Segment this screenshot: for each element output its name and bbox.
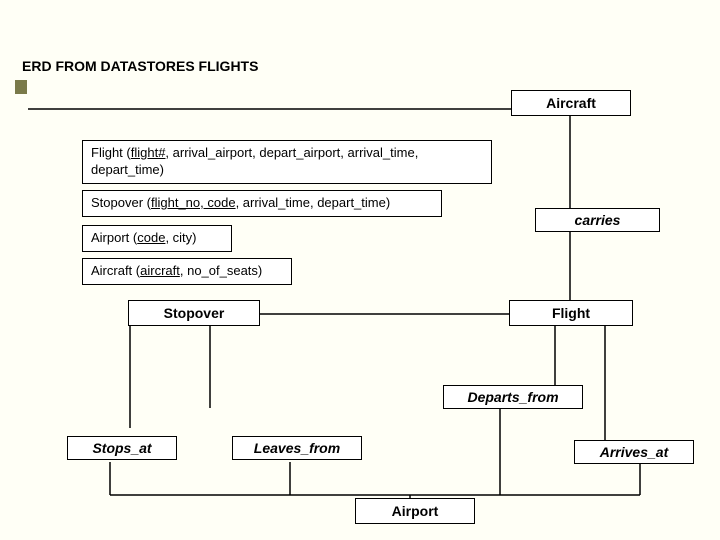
schema-flight: Flight (flight#, arrival_airport, depart… bbox=[82, 140, 492, 184]
entity-airport: Airport bbox=[355, 498, 475, 524]
relationship-arrives-at: Arrives_at bbox=[574, 440, 694, 464]
diagram-title: ERD FROM DATASTORES FLIGHTS bbox=[22, 58, 258, 74]
entity-stopover-label: Stopover bbox=[164, 305, 225, 321]
relationship-arrives-at-label: Arrives_at bbox=[600, 444, 669, 460]
entity-flight-label: Flight bbox=[552, 305, 590, 321]
schema-airport: Airport (code, city) bbox=[82, 225, 232, 252]
entity-aircraft: Aircraft bbox=[511, 90, 631, 116]
relationship-departs-from-label: Departs_from bbox=[467, 389, 558, 405]
relationship-stops-at-label: Stops_at bbox=[92, 440, 151, 456]
relationship-carries-label: carries bbox=[575, 212, 621, 228]
relationship-leaves-from-label: Leaves_from bbox=[254, 440, 340, 456]
schema-aircraft: Aircraft (aircraft, no_of_seats) bbox=[82, 258, 292, 285]
relationship-stops-at: Stops_at bbox=[67, 436, 177, 460]
entity-aircraft-label: Aircraft bbox=[546, 95, 596, 111]
schema-stopover: Stopover (flight_no, code, arrival_time,… bbox=[82, 190, 442, 217]
entity-stopover: Stopover bbox=[128, 300, 260, 326]
relationship-departs-from: Departs_from bbox=[443, 385, 583, 409]
entity-airport-label: Airport bbox=[392, 503, 439, 519]
title-accent bbox=[15, 80, 27, 94]
relationship-leaves-from: Leaves_from bbox=[232, 436, 362, 460]
relationship-carries: carries bbox=[535, 208, 660, 232]
entity-flight: Flight bbox=[509, 300, 633, 326]
